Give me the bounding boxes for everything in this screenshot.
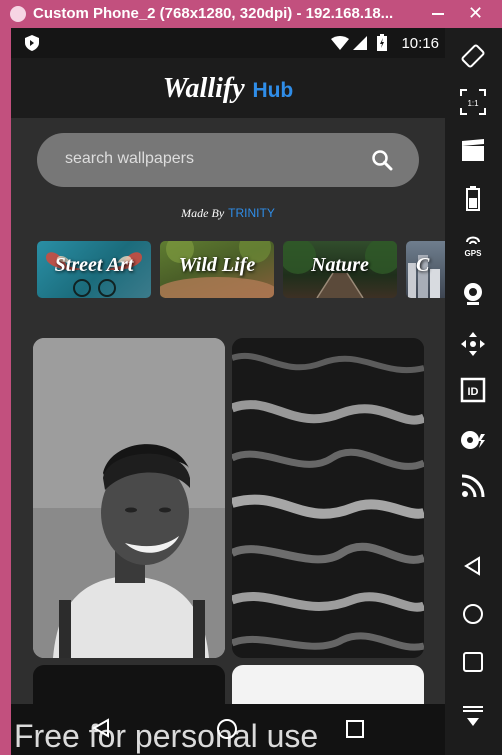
- minimize-button[interactable]: [432, 13, 444, 15]
- svg-text:GPS: GPS: [465, 249, 483, 258]
- wifi-icon: [331, 36, 349, 50]
- overview-icon[interactable]: [459, 648, 487, 676]
- scale-icon[interactable]: 1:1: [459, 88, 487, 116]
- credit-line: Made By TRINITY: [11, 206, 445, 221]
- emulator-toolbar: 1:1 GPS ID: [445, 28, 502, 755]
- watermark-text: Free for personal use: [14, 718, 319, 754]
- svg-text:1:1: 1:1: [467, 99, 479, 108]
- disk-icon[interactable]: [459, 426, 487, 454]
- home-icon[interactable]: [459, 600, 487, 628]
- id-icon[interactable]: ID: [459, 376, 487, 404]
- category-list: Street Art Wild Life Nature C: [37, 241, 445, 299]
- rss-icon[interactable]: [459, 472, 487, 500]
- gps-icon[interactable]: GPS: [459, 232, 487, 260]
- window-titlebar: Custom Phone_2 (768x1280, 320dpi) - 192.…: [0, 0, 502, 28]
- search-icon[interactable]: [371, 149, 393, 171]
- credit-name: TRINITY: [228, 206, 275, 220]
- wallpaper-waves-image: [232, 338, 424, 658]
- move-icon[interactable]: [459, 330, 487, 358]
- category-wild-life[interactable]: Wild Life: [160, 241, 274, 298]
- svg-text:ID: ID: [468, 386, 479, 398]
- wallpaper-card-portrait[interactable]: [33, 338, 225, 658]
- wallpaper-card-waves[interactable]: [232, 338, 424, 658]
- credit-prefix: Made By: [181, 206, 225, 220]
- close-button[interactable]: ✕: [468, 4, 483, 22]
- app-logo-icon: [10, 6, 26, 22]
- category-nature[interactable]: Nature: [283, 241, 397, 298]
- category-street-art-label: Street Art: [54, 254, 134, 276]
- search-placeholder[interactable]: search wallpapers: [65, 150, 194, 168]
- status-time: 10:16: [401, 35, 439, 52]
- phone-screen: 10:16 Wallify Hub search wallpapers Made…: [11, 28, 445, 755]
- shield-icon: [25, 35, 39, 51]
- back-icon[interactable]: [459, 552, 487, 580]
- brand-accent: Hub: [252, 79, 294, 102]
- brand-main: Wallify: [162, 73, 245, 104]
- window-title: Custom Phone_2 (768x1280, 320dpi) - 192.…: [33, 5, 394, 22]
- app-brand: Wallify Hub: [11, 72, 445, 105]
- category-city-label: C: [416, 254, 430, 276]
- battery-icon[interactable]: [459, 184, 487, 212]
- wallpaper-portrait-image: [33, 338, 225, 658]
- app-bar: Wallify Hub: [11, 58, 445, 118]
- category-wild-life-label: Wild Life: [178, 254, 256, 276]
- rotate-icon[interactable]: [459, 42, 487, 70]
- signal-icon: [353, 36, 367, 50]
- category-street-art[interactable]: Street Art: [37, 241, 151, 298]
- battery-status-icon: [377, 34, 387, 51]
- category-nature-label: Nature: [311, 254, 369, 276]
- camera-clip-icon[interactable]: [459, 136, 487, 164]
- status-bar: 10:16: [11, 28, 445, 58]
- nav-recents-icon[interactable]: [345, 719, 365, 739]
- more-icon[interactable]: [459, 700, 487, 728]
- webcam-icon[interactable]: [459, 280, 487, 308]
- category-city[interactable]: C: [406, 241, 445, 298]
- search-bar[interactable]: search wallpapers: [37, 133, 419, 187]
